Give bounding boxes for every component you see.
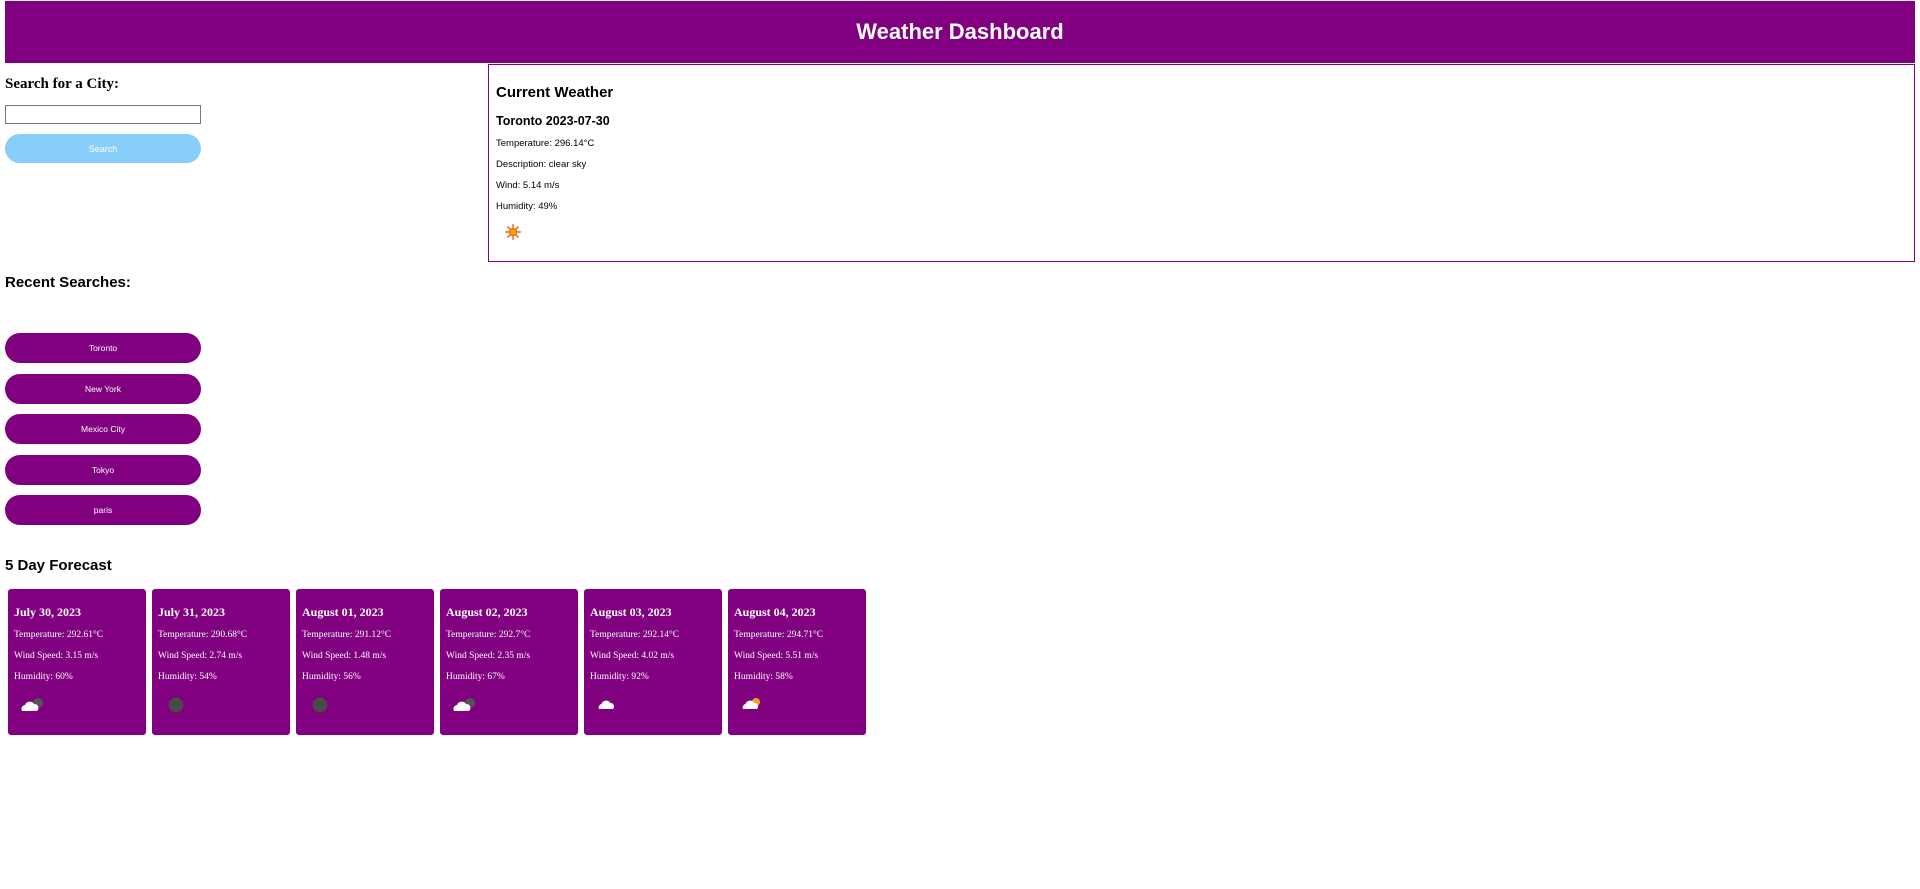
forecast-temperature: Temperature: 290.68°C [158,630,248,640]
current-wind: Wind: 5.14 m/s [496,180,560,191]
forecast-card: August 04, 2023 Temperature: 294.71°C Wi… [728,589,866,735]
page-title: Weather Dashboard [856,19,1064,44]
forecast-wind: Wind Speed: 3.15 m/s [14,651,99,661]
sun-icon [505,224,521,245]
forecast-card: July 31, 2023 Temperature: 290.68°C Wind… [152,589,290,735]
current-city-date: Toronto 2023-07-30 [496,114,610,128]
forecast-date: August 03, 2023 [590,605,672,619]
forecast-temperature: Temperature: 292.7°C [446,630,531,640]
forecast-temperature: Temperature: 292.14°C [590,630,680,640]
search-button[interactable]: Search [5,134,201,163]
page-header: Weather Dashboard [5,1,1915,63]
forecast-card: July 30, 2023 Temperature: 292.61°C Wind… [8,589,146,735]
forecast-date: August 01, 2023 [302,605,384,619]
forecast-humidity: Humidity: 67% [446,672,505,682]
forecast-humidity: Humidity: 58% [734,672,793,682]
forecast-wind: Wind Speed: 5.51 m/s [734,651,819,661]
forecast-wind: Wind Speed: 1.48 m/s [302,651,387,661]
current-weather-heading: Current Weather [496,84,614,101]
forecast-wind: Wind Speed: 2.74 m/s [158,651,243,661]
recent-search-button[interactable]: New York [5,374,201,404]
partly-cloudy-icon [742,698,760,709]
moon-icon [168,697,184,713]
moon-icon [312,697,328,713]
forecast-card: August 02, 2023 Temperature: 292.7°C Win… [440,589,578,735]
forecast-date: August 04, 2023 [734,605,816,619]
forecast-date: August 02, 2023 [446,605,528,619]
forecast-temperature: Temperature: 294.71°C [734,630,824,640]
forecast-humidity: Humidity: 56% [302,672,361,682]
forecast-humidity: Humidity: 54% [158,672,217,682]
forecast-humidity: Humidity: 92% [590,672,649,682]
forecast-humidity: Humidity: 60% [14,672,73,682]
current-humidity: Humidity: 49% [496,201,558,212]
forecast-wind: Wind Speed: 2.35 m/s [446,651,531,661]
current-weather-panel: Current Weather Toronto 2023-07-30 Tempe… [488,64,1915,262]
cloudy-night-icon [453,698,475,711]
forecast-card: August 03, 2023 Temperature: 292.14°C Wi… [584,589,722,735]
recent-search-button[interactable]: Mexico City [5,414,201,444]
recent-search-button[interactable]: Tokyo [5,455,201,485]
forecast-date: July 31, 2023 [158,605,226,619]
current-description: Description: clear sky [496,159,587,170]
cloud-icon [598,700,615,709]
search-title: Search for a City: [5,76,120,92]
recent-search-button[interactable]: Toronto [5,333,201,363]
city-search-input[interactable] [5,105,201,124]
forecast-title: 5 Day Forecast [5,557,112,574]
recent-search-button[interactable]: paris [5,495,201,525]
forecast-temperature: Temperature: 291.12°C [302,630,392,640]
forecast-date: July 30, 2023 [14,605,82,619]
current-temperature: Temperature: 296.14°C [496,138,595,149]
recent-searches-title: Recent Searches: [5,274,131,291]
forecast-temperature: Temperature: 292.61°C [14,630,104,640]
cloudy-night-icon [21,698,43,711]
forecast-wind: Wind Speed: 4.02 m/s [590,651,675,661]
forecast-card: August 01, 2023 Temperature: 291.12°C Wi… [296,589,434,735]
